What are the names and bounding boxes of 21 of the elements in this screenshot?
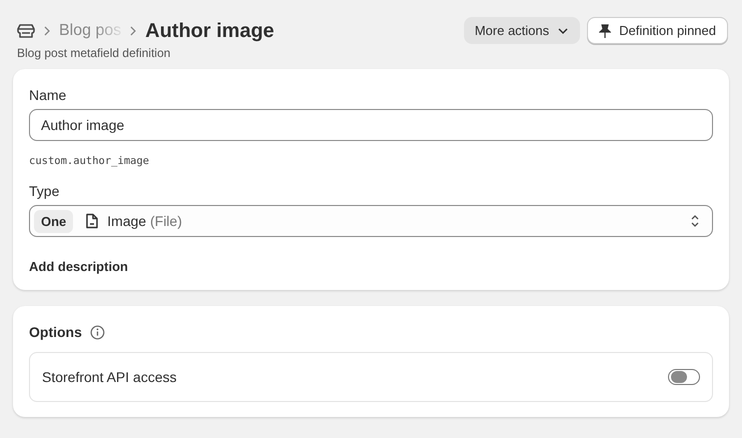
up-down-chevron-icon — [690, 214, 700, 228]
store-icon[interactable] — [17, 23, 35, 39]
add-description-link[interactable]: Add description — [29, 259, 128, 274]
chevron-icon — [43, 26, 51, 36]
pin-icon — [599, 24, 612, 38]
name-input[interactable]: Author image — [29, 109, 713, 141]
file-icon — [85, 213, 100, 229]
toggle-switch[interactable] — [668, 369, 700, 385]
field-label: Type — [29, 183, 60, 199]
field-label: Name — [29, 87, 68, 103]
page-title: Author image — [145, 20, 274, 42]
info-icon[interactable] — [90, 324, 105, 340]
section-title: Options — [29, 324, 82, 340]
definition-pinned-button[interactable]: Definition pinned — [587, 17, 728, 44]
more-actions-button[interactable]: More actions — [464, 17, 580, 44]
type-select[interactable]: One Image (File) — [29, 205, 713, 237]
page-subtitle: Blog post metafield definition — [17, 46, 172, 60]
chevron-icon — [129, 26, 138, 36]
chevron-down-icon — [557, 26, 570, 34]
namespace-key: custom.author_image — [29, 155, 713, 167]
option-label: Storefront API access — [42, 369, 177, 385]
